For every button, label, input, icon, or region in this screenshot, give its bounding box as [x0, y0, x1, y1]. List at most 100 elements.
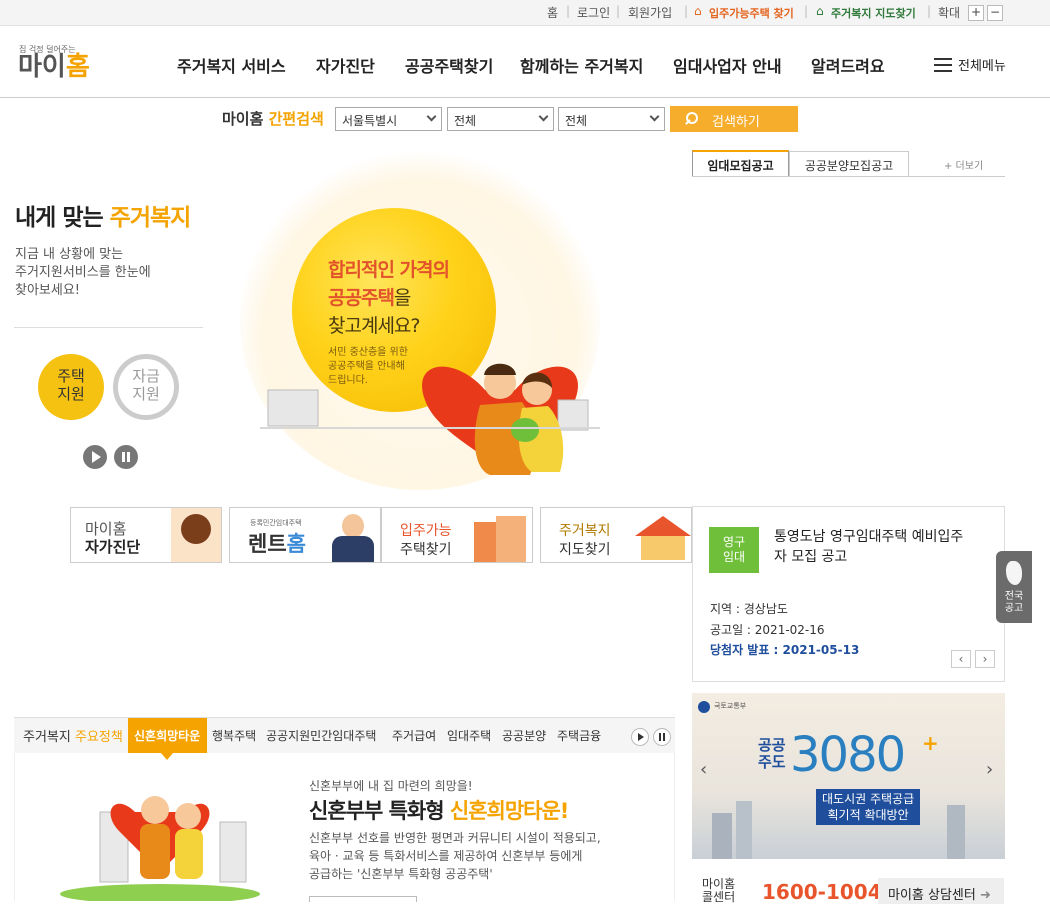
home-link[interactable]: 홈: [547, 4, 558, 21]
notice-date: 공고일 : 2021-02-16: [710, 623, 825, 637]
region-value: 서울특별시: [342, 114, 398, 128]
policy-heading: 신혼부부 특화형 신혼희망타운!: [309, 795, 569, 825]
fund-support-button[interactable]: 자금 지원: [113, 354, 179, 420]
card-renthome[interactable]: 등록민간임대주택 렌트홈: [229, 507, 381, 563]
tab-happy-housing[interactable]: 행복주택: [212, 727, 256, 744]
tab-housing-benefit[interactable]: 주거급여: [392, 727, 436, 744]
join-link[interactable]: 회원가입: [628, 4, 672, 21]
notice-title[interactable]: 통영도남 영구임대주택 예비입주 자 모집 공고: [774, 527, 963, 567]
nav-public-housing[interactable]: 공공주택찾기: [405, 53, 493, 77]
notice-card[interactable]: 영구 임대 통영도남 영구임대주택 예비입주 자 모집 공고 지역 : 경상남도…: [692, 506, 1005, 682]
banner-public-label: 공공 주도: [758, 737, 786, 771]
pause-icon: [122, 452, 125, 462]
search-button[interactable]: 검색하기: [670, 106, 798, 132]
policy-more-button[interactable]: [309, 896, 417, 902]
nationwide-label: 공고: [1004, 603, 1024, 614]
woman-hair: [181, 514, 211, 544]
intro-title-b: 주거복지: [109, 205, 192, 231]
key-icon: ⌂: [694, 4, 702, 18]
intro-desc-line: 주거지원서비스를 한눈에: [15, 265, 151, 280]
nav-notices[interactable]: 알려드려요: [811, 53, 885, 77]
nav-landlord-guide[interactable]: 임대사업자 안내: [673, 53, 782, 77]
quick-search-label-a: 마이홈: [222, 110, 269, 128]
consult-center-button[interactable]: 마이홈 상담센터 ➜: [878, 878, 1004, 904]
all-menu-label[interactable]: 전체메뉴: [958, 55, 1006, 74]
housing-support-label: 주택: [57, 367, 85, 385]
zoom-in-button[interactable]: +: [968, 5, 984, 21]
category-select[interactable]: 전체: [558, 107, 665, 131]
nav-self-diagnosis[interactable]: 자가진단: [316, 53, 375, 77]
separator: |: [616, 4, 621, 18]
more-link[interactable]: + 더보기: [944, 157, 983, 172]
nationwide-label: 전국: [1004, 591, 1024, 602]
logo[interactable]: 마이홈: [18, 54, 90, 80]
banner-prev-button[interactable]: ‹: [700, 759, 707, 780]
type-select[interactable]: 전체: [447, 107, 554, 131]
next-notice-button[interactable]: ›: [975, 650, 995, 668]
bride-body: [175, 829, 203, 879]
play-icon: [638, 733, 644, 741]
building-shape: [557, 399, 589, 431]
renthome-logo: 렌트홈: [248, 528, 306, 558]
nav-housing-service[interactable]: 주거복지 서비스: [177, 53, 286, 77]
chevron-down-icon: [426, 111, 437, 122]
nav-together-welfare[interactable]: 함께하는 주거복지: [520, 53, 643, 77]
housing-support-button[interactable]: 주택 지원: [38, 354, 104, 420]
tab-newlywed-town[interactable]: 신혼희망타운: [134, 727, 200, 744]
policy-label: 주거복지 주요정책: [23, 726, 123, 745]
intro-desc: 지금 내 상황에 맞는 주거지원서비스를 한눈에 찾아보세요!: [15, 246, 151, 300]
zoom-out-button[interactable]: −: [987, 5, 1003, 21]
groom-body: [140, 824, 170, 879]
tab-rent-notice[interactable]: 임대모집공고: [692, 150, 789, 177]
play-button[interactable]: [83, 445, 107, 469]
father-hair: [484, 363, 516, 375]
policy-desc-line: 육아 · 교육 등 특화서비스를 제공하여 신혼부부 등에게: [309, 849, 583, 863]
policy-pause-button[interactable]: [653, 728, 671, 746]
nationwide-notice-button[interactable]: 전국 공고: [996, 551, 1032, 623]
fund-support-label: 자금: [132, 367, 160, 385]
tab-public-sale[interactable]: 공공분양: [502, 727, 546, 744]
tab-private-rental[interactable]: 공공지원민간임대주택: [266, 727, 376, 744]
house-roof-illustration: [635, 516, 691, 536]
policy-banner[interactable]: 국토교통부 공공 주도 3080 + 대도시권 주택공급 획기적 확대방안 ‹ …: [692, 693, 1005, 859]
card-map-find[interactable]: 주거복지 지도찾기: [540, 507, 692, 563]
prev-notice-button[interactable]: ‹: [951, 650, 971, 668]
house-icon: ⌂: [816, 4, 824, 18]
building-silhouette: [712, 813, 732, 859]
banner-sub-line: 대도시권 주택공급: [822, 792, 915, 806]
card-find-housing[interactable]: 입주가능 주택찾기: [381, 507, 533, 563]
ministry-label: 국토교통부: [714, 702, 747, 710]
chevron-down-icon: [538, 111, 549, 122]
header: 집 걱정 덜어주는 마이홈 주거복지 서비스 자가진단 공공주택찾기 함께하는 …: [0, 26, 1050, 98]
notice-announce: 당첨자 발표 : 2021-05-13: [710, 643, 860, 657]
pause-button[interactable]: [114, 445, 138, 469]
ministry-emblem-icon: [698, 701, 710, 713]
search-button-label: 검색하기: [712, 115, 760, 130]
region-select[interactable]: 서울특별시: [335, 107, 442, 131]
hamburger-icon[interactable]: [934, 58, 952, 72]
tab-rental-housing[interactable]: 임대주택: [447, 727, 491, 744]
call-center-phone: 1600-1004: [762, 880, 882, 904]
map-find-link[interactable]: 주거복지 지도찾기: [831, 5, 916, 21]
category-value: 전체: [565, 114, 588, 128]
tab-housing-finance[interactable]: 주택금융: [557, 727, 601, 744]
banner-next-button[interactable]: ›: [986, 759, 993, 780]
card-map-label-b: 지도찾기: [559, 542, 611, 558]
find-housing-link[interactable]: 입주가능주택 찾기: [709, 5, 794, 21]
login-link[interactable]: 로그인: [577, 4, 610, 21]
separator: |: [566, 4, 571, 18]
tab-sale-notice[interactable]: 공공분양모집공고: [789, 151, 909, 177]
separator: |: [804, 4, 809, 18]
chevron-left-icon: ‹: [958, 652, 964, 666]
play-icon: [92, 451, 101, 463]
banner-plus: +: [922, 731, 939, 755]
policy-desc: 신혼부부 선호를 반영한 평면과 커뮤니티 시설이 적용되고, 육아 · 교육 …: [309, 829, 601, 883]
card-self-diagnosis[interactable]: 마이홈 자가진단: [70, 507, 222, 563]
call-center-label: 마이홈 콜센터: [702, 878, 735, 904]
intro-title: 내게 맞는 주거복지: [15, 198, 192, 232]
policy-play-button[interactable]: [631, 728, 649, 746]
house-illustration: [641, 536, 685, 560]
apartment-illustration: [474, 522, 496, 562]
man-suit: [332, 536, 374, 562]
renthome-a: 렌트: [248, 532, 287, 556]
